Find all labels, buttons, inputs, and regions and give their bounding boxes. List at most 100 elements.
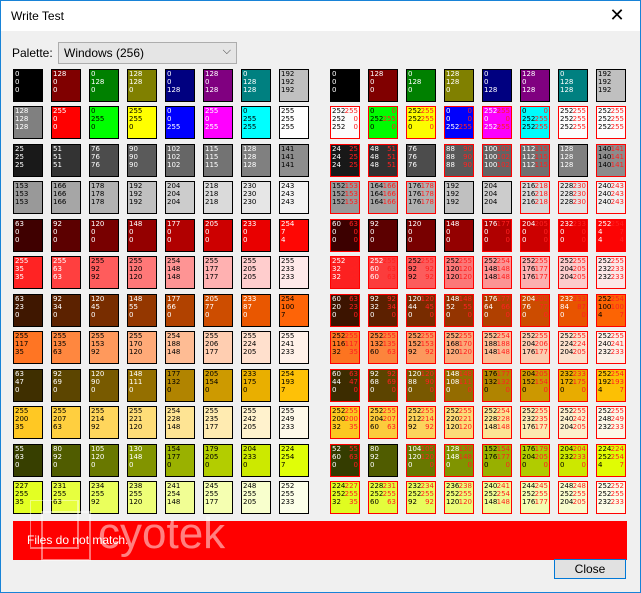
cell-values: 252 252 252 bbox=[332, 107, 346, 131]
written-color-cell: 204 152 0 205 154 0 bbox=[520, 369, 550, 402]
written-color-cell: 100 100 100 102 102 102 bbox=[482, 144, 512, 177]
source-color-cell: 204 233 0 bbox=[241, 444, 271, 477]
cell-values: 255 0 0 bbox=[53, 107, 67, 131]
cell-values: 252 204 176 bbox=[522, 332, 536, 356]
cell-values: 48 48 48 bbox=[370, 145, 379, 169]
source-color-cell: 255 214 92 bbox=[89, 406, 119, 439]
cell-expected-values: 255 255 255 bbox=[572, 107, 586, 131]
cell-values: 252 252 232 bbox=[598, 482, 612, 506]
source-color-cell: 0 128 0 bbox=[89, 69, 119, 102]
cell-expected-values: 241 254 148 bbox=[496, 482, 510, 506]
source-color-cell: 255 224 205 bbox=[241, 331, 271, 364]
cell-values: 92 0 0 bbox=[53, 220, 62, 244]
cell-values: 0 0 0 bbox=[15, 70, 20, 94]
written-color-cell: 52 60 0 55 63 0 bbox=[330, 444, 360, 477]
written-color-cell: 240 252 148 241 254 148 bbox=[482, 481, 512, 514]
cell-values: 128 0 128 bbox=[205, 70, 219, 94]
cell-values: 255 117 35 bbox=[15, 332, 29, 356]
cell-values: 254 100 7 bbox=[281, 295, 295, 319]
cell-values: 232 172 0 bbox=[560, 370, 574, 394]
source-color-cell: 90 90 90 bbox=[127, 144, 157, 177]
cell-values: 102 102 102 bbox=[167, 145, 181, 169]
source-color-cell: 255 255 255 bbox=[279, 106, 309, 139]
cell-values: 255 233 233 bbox=[281, 257, 295, 281]
source-color-cell: 255 207 63 bbox=[51, 406, 81, 439]
written-color-cell: 252 252 252 255 255 255 bbox=[596, 106, 626, 139]
cell-values: 92 32 0 bbox=[370, 295, 379, 319]
cell-expected-values: 230 230 230 bbox=[572, 182, 586, 206]
cell-values: 204 0 0 bbox=[522, 220, 536, 244]
cell-values: 60 0 0 bbox=[332, 220, 341, 244]
source-color-cell: 63 47 0 bbox=[13, 369, 43, 402]
cell-values: 192 192 192 bbox=[129, 182, 143, 206]
written-color-cell: 176 64 0 177 66 0 bbox=[482, 294, 512, 327]
cell-values: 178 178 178 bbox=[91, 182, 105, 206]
source-color-cell: 255 0 255 bbox=[203, 106, 233, 139]
cell-values: 255 214 92 bbox=[91, 407, 105, 431]
cell-values: 252 152 92 bbox=[408, 332, 422, 356]
written-color-cell: 204 204 204 bbox=[482, 181, 512, 214]
cell-expected-values: 218 218 218 bbox=[534, 182, 548, 206]
cell-values: 233 0 0 bbox=[243, 220, 257, 244]
cell-values: 112 112 112 bbox=[522, 145, 536, 169]
cell-values: 0 128 0 bbox=[91, 70, 105, 94]
cell-values: 205 0 0 bbox=[205, 220, 219, 244]
cell-expected-values: 63 0 0 bbox=[349, 220, 358, 244]
source-color-cell: 255 235 177 bbox=[203, 406, 233, 439]
cell-values: 0 0 252 bbox=[446, 107, 460, 131]
cell-values: 176 64 0 bbox=[484, 295, 498, 319]
written-color-cell: 60 20 0 63 23 0 bbox=[330, 294, 360, 327]
cell-expected-values: 255 63 63 bbox=[382, 257, 396, 281]
source-color-cell: 204 204 204 bbox=[165, 181, 195, 214]
cell-values: 255 241 233 bbox=[281, 332, 295, 356]
cell-values: 252 252 252 bbox=[560, 107, 574, 131]
cell-values: 252 148 148 bbox=[484, 257, 498, 281]
cell-values: 51 51 51 bbox=[53, 145, 62, 169]
cell-values: 255 242 205 bbox=[243, 407, 257, 431]
cell-values: 140 140 140 bbox=[598, 145, 612, 169]
cell-values: 92 0 0 bbox=[370, 220, 379, 244]
cell-values: 252 132 60 bbox=[370, 332, 384, 356]
cell-values: 0 0 128 bbox=[167, 70, 181, 94]
written-color-cell: 252 248 232 255 249 233 bbox=[596, 406, 626, 439]
written-color-cell: 148 108 0 148 111 0 bbox=[444, 369, 474, 402]
source-color-cell: 230 230 230 bbox=[241, 181, 271, 214]
cell-expected-values: 205 0 0 bbox=[534, 220, 548, 244]
cell-values: 252 240 232 bbox=[598, 332, 612, 356]
cell-values: 0 252 0 bbox=[370, 107, 384, 131]
cell-values: 227 255 35 bbox=[15, 482, 29, 506]
cell-values: 152 152 152 bbox=[332, 182, 346, 206]
written-color-cell: 224 252 32 227 255 35 bbox=[330, 481, 360, 514]
cell-expected-values: 0 255 255 bbox=[534, 107, 548, 131]
cell-expected-values: 92 34 0 bbox=[387, 295, 396, 319]
source-color-cell: 55 63 0 bbox=[13, 444, 43, 477]
cell-values: 115 115 115 bbox=[205, 145, 219, 169]
written-color-cell: 252 212 92 255 214 92 bbox=[406, 406, 436, 439]
cell-values: 204 204 204 bbox=[484, 182, 498, 206]
source-color-cell: 252 255 233 bbox=[279, 481, 309, 514]
written-color-cell: 0 0 0 bbox=[330, 69, 360, 102]
cell-values: 252 176 176 bbox=[522, 257, 536, 281]
written-color-cell: 252 232 176 255 235 177 bbox=[520, 406, 550, 439]
source-color-cell: 255 200 35 bbox=[13, 406, 43, 439]
cell-values: 228 252 60 bbox=[370, 482, 384, 506]
close-button[interactable]: Close bbox=[554, 559, 626, 579]
cell-values: 0 255 255 bbox=[243, 107, 257, 131]
cell-values: 252 232 232 bbox=[598, 257, 612, 281]
cell-values: 177 132 0 bbox=[167, 370, 181, 394]
written-color-cell: 204 232 0 204 233 0 bbox=[558, 444, 588, 477]
cell-expected-values: 243 243 243 bbox=[610, 182, 624, 206]
source-color-cell: 148 0 0 bbox=[127, 219, 157, 252]
cell-values: 255 35 35 bbox=[15, 257, 29, 281]
cell-values: 148 52 0 bbox=[446, 295, 460, 319]
cell-expected-values: 224 254 7 bbox=[610, 445, 624, 469]
source-color-cell: 255 177 177 bbox=[203, 256, 233, 289]
cell-values: 255 177 177 bbox=[205, 257, 219, 281]
cell-values: 252 0 252 bbox=[484, 107, 498, 131]
cell-expected-values: 252 255 233 bbox=[610, 482, 624, 506]
cell-expected-values: 255 207 63 bbox=[382, 407, 396, 431]
written-color-cell: 252 168 120 255 170 120 bbox=[444, 331, 474, 364]
written-color-cell: 128 128 128 bbox=[558, 144, 588, 177]
cell-values: 80 92 0 bbox=[370, 445, 379, 469]
cell-values: 254 148 148 bbox=[167, 257, 181, 281]
